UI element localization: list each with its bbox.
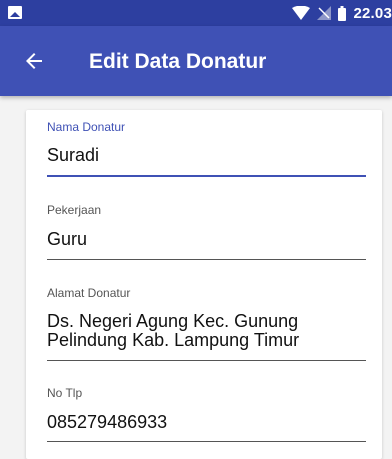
nama-donatur-label: Nama Donatur — [47, 120, 126, 134]
pekerjaan-underline — [47, 259, 366, 260]
pekerjaan-label: Pekerjaan — [47, 203, 102, 217]
no-tlp-field[interactable]: No Tlp 085279486933 — [47, 386, 366, 444]
donor-form-card: Nama Donatur Suradi Pekerjaan Guru Alama… — [26, 110, 382, 459]
pekerjaan-input[interactable]: Guru — [47, 230, 366, 249]
no-tlp-input[interactable]: 085279486933 — [47, 413, 366, 432]
clock: 22.03 — [353, 4, 392, 22]
image-icon — [8, 6, 22, 19]
nama-donatur-input[interactable]: Suradi — [47, 146, 366, 165]
status-icons: 22.03 — [292, 4, 392, 22]
pekerjaan-field[interactable]: Pekerjaan Guru — [47, 203, 366, 261]
nama-donatur-underline — [47, 175, 366, 177]
no-signal-icon — [317, 6, 332, 20]
no-tlp-label: No Tlp — [47, 386, 83, 400]
app-bar: Edit Data Donatur — [0, 26, 392, 96]
nama-donatur-field[interactable]: Nama Donatur Suradi — [47, 120, 366, 178]
alamat-donatur-input-line1[interactable]: Ds. Negeri Agung Kec. Gunung — [47, 312, 366, 331]
alamat-donatur-field[interactable]: Alamat Donatur Ds. Negeri Agung Kec. Gun… — [47, 286, 366, 362]
alamat-donatur-label: Alamat Donatur — [47, 286, 131, 300]
page-title: Edit Data Donatur — [89, 50, 267, 73]
battery-icon — [338, 5, 347, 21]
status-bar: 22.03 — [0, 0, 392, 26]
alamat-donatur-input-line2[interactable]: Pelindung Kab. Lampung Timur — [47, 331, 366, 350]
wifi-icon — [292, 6, 311, 20]
no-tlp-underline — [47, 441, 366, 442]
back-arrow-icon[interactable] — [22, 49, 46, 73]
alamat-donatur-underline — [47, 360, 366, 361]
